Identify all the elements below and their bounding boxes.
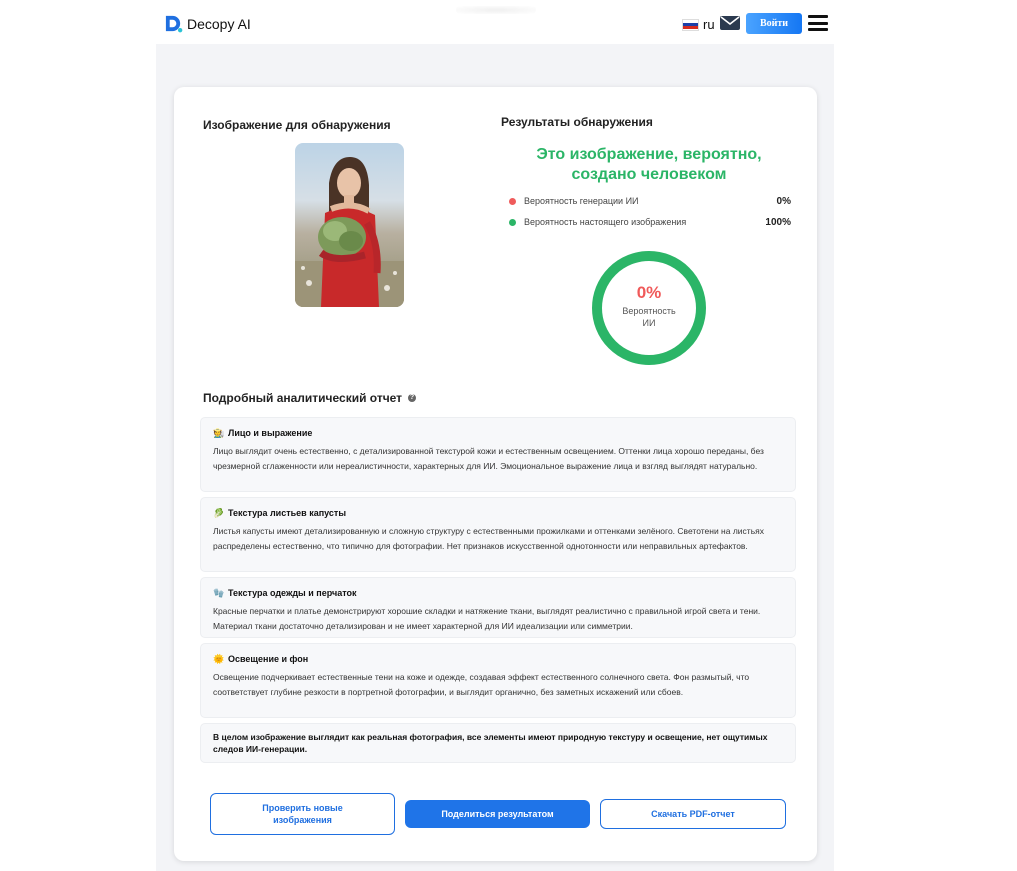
brand-name: Decopy AI [187, 15, 251, 32]
mail-icon[interactable] [720, 14, 740, 32]
ai-probability-value: 0% [776, 195, 791, 207]
check-new-images-button[interactable]: Проверить новые изображения [210, 793, 395, 835]
decopy-logo-icon [165, 15, 183, 33]
report-section-heading: 🧑‍🌾 Лицо и выражение [213, 426, 783, 440]
ai-probability-row: Вероятность генерации ИИ 0% [509, 194, 791, 208]
leafy-green-emoji-icon: 🥬 [213, 507, 225, 518]
report-title: Подробный аналитический отчет ? [203, 391, 417, 405]
green-dot-icon [509, 218, 516, 226]
menu-icon[interactable] [808, 15, 828, 31]
share-result-button[interactable]: Поделиться результатом [405, 800, 590, 828]
gauge-percent: 0% [636, 283, 662, 302]
language-code: ru [703, 17, 715, 32]
report-section-title: Лицо и выражение [228, 428, 313, 438]
help-icon[interactable]: ? [408, 394, 417, 402]
report-section-clothing: 🧤 Текстура одежды и перчаток Красные пер… [200, 577, 796, 638]
result-card: Изображение для обнаружения Результаты о… [174, 87, 817, 861]
sun-emoji-icon: 🌞 [213, 653, 225, 664]
top-decoration [456, 6, 536, 14]
portrait-photo-illustration [295, 157, 404, 307]
login-button[interactable]: Войти [746, 13, 802, 34]
verdict-text: Это изображение, вероятно, создано челов… [536, 146, 762, 183]
report-section-heading: 🧤 Текстура одежды и перчаток [213, 586, 783, 600]
report-section-body: Лицо выглядит очень естественно, с детал… [213, 446, 764, 471]
farmer-emoji-icon: 🧑‍🌾 [213, 427, 225, 438]
download-pdf-button[interactable]: Скачать PDF-отчет [600, 799, 786, 829]
report-section-title: Текстура листьев капусты [228, 508, 347, 518]
report-section-body: Освещение подчеркивает естественные тени… [213, 672, 750, 697]
report-section-body: Листья капусты имеют детализированную и … [213, 526, 764, 551]
report-section-lighting: 🌞 Освещение и фон Освещение подчеркивает… [200, 643, 796, 718]
ai-probability-label: Вероятность генерации ИИ [524, 196, 639, 206]
report-section-body: Красные перчатки и платье демонстрируют … [213, 606, 761, 631]
gloves-emoji-icon: 🧤 [213, 587, 225, 598]
report-title-text: Подробный аналитический отчет [203, 391, 403, 405]
report-section-face: 🧑‍🌾 Лицо и выражение Лицо выглядит очень… [200, 417, 796, 492]
red-dot-icon [509, 197, 516, 205]
image-section-title: Изображение для обнаружения [203, 118, 391, 132]
real-probability-label: Вероятность настоящего изображения [524, 217, 687, 227]
gauge-label: Вероятность ИИ [622, 306, 676, 328]
real-probability-row: Вероятность настоящего изображения 100% [509, 215, 791, 229]
report-section-heading: 🌞 Освещение и фон [213, 652, 783, 666]
gauge-readout: 0% Вероятность ИИ [590, 283, 708, 329]
top-bar: Decopy AI ru Войти [156, 0, 834, 44]
language-switcher[interactable]: ru [682, 17, 715, 32]
report-section-title: Текстура одежды и перчаток [228, 588, 357, 598]
report-section-title: Освещение и фон [228, 654, 309, 664]
results-section-title: Результаты обнаружения [501, 115, 653, 129]
real-probability-value: 100% [765, 216, 791, 228]
report-summary-text: В целом изображение выглядит как реальна… [213, 732, 768, 754]
uploaded-image [295, 143, 404, 307]
report-summary: В целом изображение выглядит как реальна… [200, 723, 796, 763]
brand-logo[interactable]: Decopy AI [164, 14, 251, 33]
russian-flag-icon [682, 18, 699, 31]
report-section-heading: 🥬 Текстура листьев капусты [213, 506, 783, 520]
report-section-cabbage: 🥬 Текстура листьев капусты Листья капуст… [200, 497, 796, 572]
